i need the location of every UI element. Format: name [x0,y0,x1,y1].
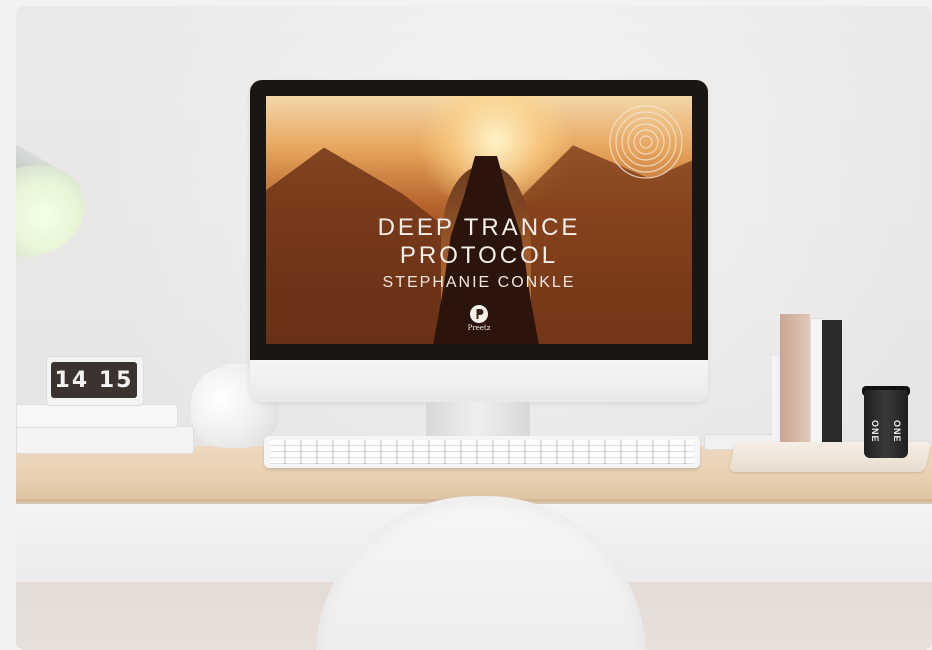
flip-clock: 14 15 [46,356,144,406]
course-title: DEEP TRANCE PROTOCOL [266,214,692,270]
photo-frame: 14 15 DEEP TRANCE PROTOCOL STEPHANIE CON… [16,6,932,650]
preetz-logo-text: Preetz [467,324,491,332]
book-black [822,320,842,448]
spiral-logo-icon [609,105,683,179]
course-title-line2: PROTOCOL [399,242,559,269]
clock-time: 14 15 [54,367,134,393]
course-title-line1: DEEP TRANCE [377,214,581,241]
author-name: STEPHANIE CONKLE [382,274,576,291]
monitor-screen: DEEP TRANCE PROTOCOL STEPHANIE CONKLE Pr… [266,96,692,344]
book-pink [780,314,810,450]
book-stack-top [16,404,178,428]
preetz-logo-icon [470,305,488,323]
keyboard-keys [270,440,694,464]
book-stack [16,426,194,454]
coffee-cup-label: ONE ONE [870,419,902,443]
monitor-chin [250,360,708,402]
clock-face: 14 15 [51,362,137,398]
